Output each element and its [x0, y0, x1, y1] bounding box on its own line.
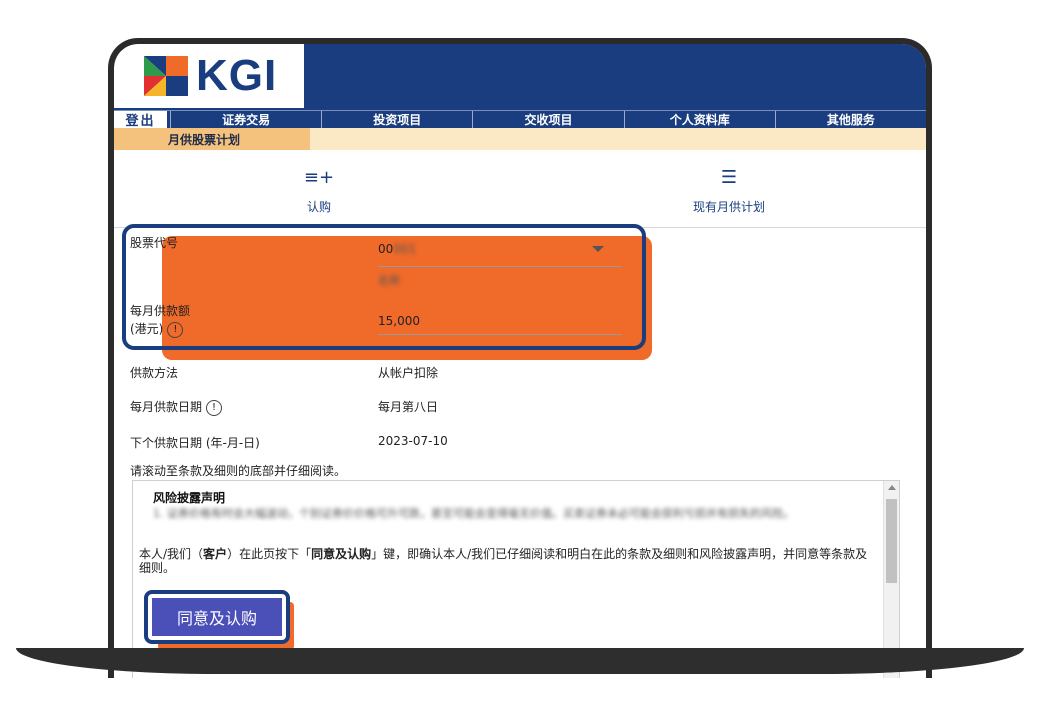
stock-code-underline: [378, 266, 622, 267]
monthly-date-label-text: 每月供款日期: [130, 400, 203, 414]
logout-button[interactable]: 登出: [114, 111, 170, 129]
tab-subscribe[interactable]: ≡+ 认购: [294, 168, 344, 215]
next-date-label: 下个供款日期 (年-月-日): [130, 436, 260, 450]
laptop-frame: KGI 登出 证券交易 投资项目 交收项目 个人资料库 其他服务 月供股票计划 …: [108, 38, 932, 678]
scroll-thumb[interactable]: [886, 499, 897, 583]
nav-item-securities[interactable]: 证券交易: [170, 111, 321, 128]
terms-blurred-text: 1. 证券价格有时会大幅波动，个别证券价价格可升可跌，甚至可能会变得毫无价值。买…: [153, 507, 794, 520]
terms-text-button: 同意及认购: [311, 547, 372, 561]
nav-item-investment[interactable]: 投资项目: [321, 111, 472, 128]
brand-name: KGI: [196, 51, 278, 100]
monthly-amount-currency: (港元)!: [130, 320, 184, 338]
payment-method-value: 从帐户扣除: [378, 366, 439, 380]
tab-existing-plans[interactable]: ☰ 现有月供计划: [674, 168, 784, 215]
stock-code-input[interactable]: 00001: [378, 242, 416, 256]
screen: KGI 登出 证券交易 投资项目 交收项目 个人资料库 其他服务 月供股票计划 …: [114, 44, 926, 678]
chevron-down-icon[interactable]: [592, 246, 604, 252]
nav-item-settlement[interactable]: 交收项目: [472, 111, 623, 128]
monthly-amount-underline: [378, 334, 622, 335]
stock-code-label: 股票代号: [130, 236, 179, 250]
laptop-base: [16, 648, 1024, 674]
main-nav: 登出 证券交易 投资项目 交收项目 个人资料库 其他服务: [114, 110, 926, 129]
terms-instruction: 请滚动至条款及细则的底部并仔细阅读。: [130, 464, 347, 478]
list-icon: ☰: [720, 167, 738, 188]
info-icon[interactable]: !: [167, 321, 184, 338]
tab-subscribe-label: 认购: [306, 200, 331, 214]
nav-item-profile[interactable]: 个人资料库: [623, 111, 775, 128]
monthly-date-value: 每月第八日: [378, 400, 439, 414]
monthly-amount-label: 每月供款额: [130, 304, 191, 318]
tab-bar: ≡+ 认购 ☰ 现有月供计划: [114, 150, 926, 228]
logo: KGI: [114, 44, 304, 108]
terms-text-part: 本人/我们（: [139, 547, 204, 561]
scroll-up-arrow-icon[interactable]: [888, 485, 896, 490]
monthly-date-label: 每月供款日期!: [130, 398, 223, 416]
terms-text-customer: 客户: [203, 547, 228, 561]
agree-button-frame: 同意及认购: [144, 590, 290, 644]
terms-text-part: ）在此页按下「: [227, 547, 312, 561]
terms-title: 风险披露声明: [153, 491, 226, 505]
tab-plans-label: 现有月供计划: [692, 200, 765, 214]
kgi-logo-icon: [144, 56, 188, 96]
terms-agreement-text: 本人/我们（客户）在此页按下「同意及认购」键，即确认本人/我们已仔细阅读和明白在…: [139, 547, 879, 575]
stock-name-blurred: 名称: [378, 274, 400, 287]
info-icon[interactable]: !: [206, 399, 223, 416]
stock-code-value: 00: [378, 242, 394, 256]
subnav-item-monthly-plan[interactable]: 月供股票计划: [114, 128, 310, 150]
playlist-add-icon: ≡+: [303, 167, 335, 188]
currency-label: (港元): [130, 322, 164, 336]
stock-code-blurred: 001: [393, 242, 417, 256]
sub-nav: 月供股票计划: [114, 128, 926, 150]
payment-method-label: 供款方法: [130, 366, 179, 380]
header: KGI: [114, 44, 926, 110]
monthly-amount-input[interactable]: 15,000: [378, 314, 420, 328]
nav-item-other-services[interactable]: 其他服务: [774, 111, 926, 128]
agree-and-subscribe-button[interactable]: 同意及认购: [152, 598, 282, 636]
next-date-value: 2023-07-10: [378, 434, 448, 448]
